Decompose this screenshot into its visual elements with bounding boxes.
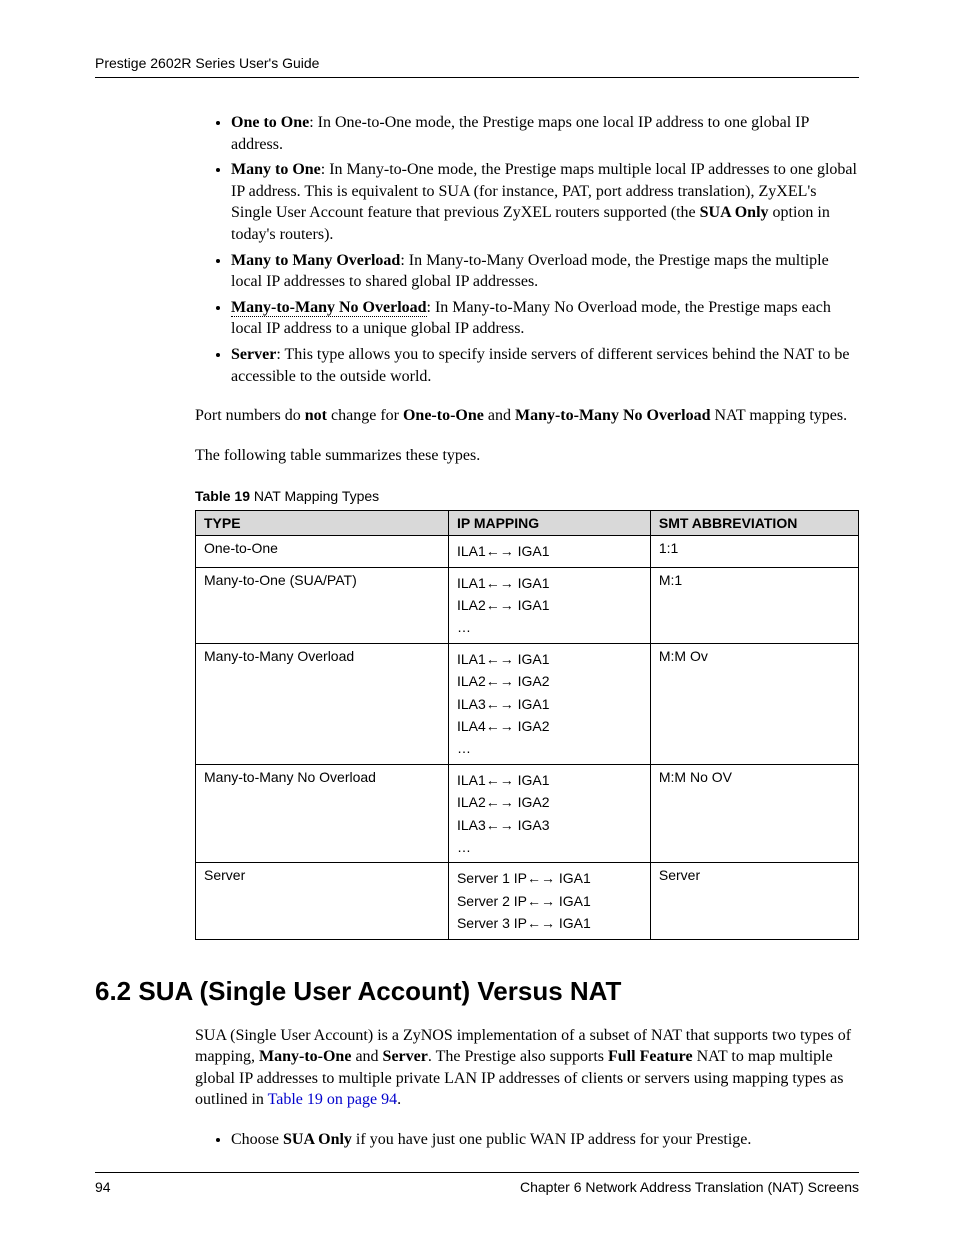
running-header: Prestige 2602R Series User's Guide — [95, 55, 859, 78]
list-item: Choose SUA Only if you have just one pub… — [231, 1129, 859, 1151]
list-item: Many-to-Many No Overload: In Many-to-Man… — [231, 297, 859, 340]
cell-type: Many-to-Many No Overload — [196, 764, 449, 863]
cell-mapping: ILA1←→ IGA1ILA2←→ IGA1… — [448, 567, 650, 643]
term: Many to Many Overload — [231, 252, 400, 269]
body-content: One to One: In One-to-One mode, the Pres… — [195, 112, 859, 940]
page: Prestige 2602R Series User's Guide One t… — [0, 0, 954, 1235]
desc: : This type allows you to specify inside… — [231, 346, 850, 385]
desc: : In One-to-One mode, the Prestige maps … — [231, 114, 809, 153]
nat-mapping-table: TYPE IP MAPPING SMT ABBREVIATION One-to-… — [195, 510, 859, 939]
col-ip-mapping: IP MAPPING — [448, 511, 650, 536]
cell-abbr: M:M No OV — [650, 764, 858, 863]
cell-abbr: M:1 — [650, 567, 858, 643]
table-row: One-to-OneILA1←→ IGA11:1 — [196, 536, 859, 567]
section-body: SUA (Single User Account) is a ZyNOS imp… — [195, 1025, 859, 1151]
list-item: Server: This type allows you to specify … — [231, 344, 859, 387]
cell-mapping: Server 1 IP←→ IGA1Server 2 IP←→ IGA1Serv… — [448, 863, 650, 939]
table-row: Many-to-Many OverloadILA1←→ IGA1ILA2←→ I… — [196, 643, 859, 764]
term: One to One — [231, 114, 309, 131]
cell-type: Many-to-One (SUA/PAT) — [196, 567, 449, 643]
list-item: One to One: In One-to-One mode, the Pres… — [231, 112, 859, 155]
cell-type: One-to-One — [196, 536, 449, 567]
cell-mapping: ILA1←→ IGA1ILA2←→ IGA2ILA3←→ IGA1ILA4←→ … — [448, 643, 650, 764]
cell-abbr: 1:1 — [650, 536, 858, 567]
col-type: TYPE — [196, 511, 449, 536]
term: Many-to-Many No Overload — [231, 299, 427, 317]
table-row: ServerServer 1 IP←→ IGA1Server 2 IP←→ IG… — [196, 863, 859, 939]
page-number: 94 — [95, 1179, 111, 1195]
table-row: Many-to-Many No OverloadILA1←→ IGA1ILA2←… — [196, 764, 859, 863]
term: Server — [231, 346, 276, 363]
cell-abbr: M:M Ov — [650, 643, 858, 764]
table-caption: Table 19 NAT Mapping Types — [195, 488, 859, 504]
list-item: Many to Many Overload: In Many-to-Many O… — [231, 250, 859, 293]
page-footer: 94 Chapter 6 Network Address Translation… — [95, 1172, 859, 1195]
chapter-title: Chapter 6 Network Address Translation (N… — [520, 1179, 859, 1195]
table-row: Many-to-One (SUA/PAT)ILA1←→ IGA1ILA2←→ I… — [196, 567, 859, 643]
summary-para: The following table summarizes these typ… — [195, 445, 859, 467]
port-numbers-para: Port numbers do not change for One-to-On… — [195, 405, 859, 427]
cell-abbr: Server — [650, 863, 858, 939]
cell-mapping: ILA1←→ IGA1ILA2←→ IGA2ILA3←→ IGA3… — [448, 764, 650, 863]
sua-para: SUA (Single User Account) is a ZyNOS imp… — [195, 1025, 859, 1111]
nat-types-list: One to One: In One-to-One mode, the Pres… — [195, 112, 859, 387]
section-heading: 6.2 SUA (Single User Account) Versus NAT — [95, 976, 859, 1007]
table-header-row: TYPE IP MAPPING SMT ABBREVIATION — [196, 511, 859, 536]
cell-mapping: ILA1←→ IGA1 — [448, 536, 650, 567]
term: Many to One — [231, 161, 321, 178]
cross-ref-link[interactable]: Table 19 on page 94 — [268, 1091, 398, 1108]
sua-choice-list: Choose SUA Only if you have just one pub… — [195, 1129, 859, 1151]
cell-type: Server — [196, 863, 449, 939]
list-item: Many to One: In Many-to-One mode, the Pr… — [231, 159, 859, 245]
bold-mid: SUA Only — [700, 204, 769, 221]
cell-type: Many-to-Many Overload — [196, 643, 449, 764]
col-smt-abbr: SMT ABBREVIATION — [650, 511, 858, 536]
